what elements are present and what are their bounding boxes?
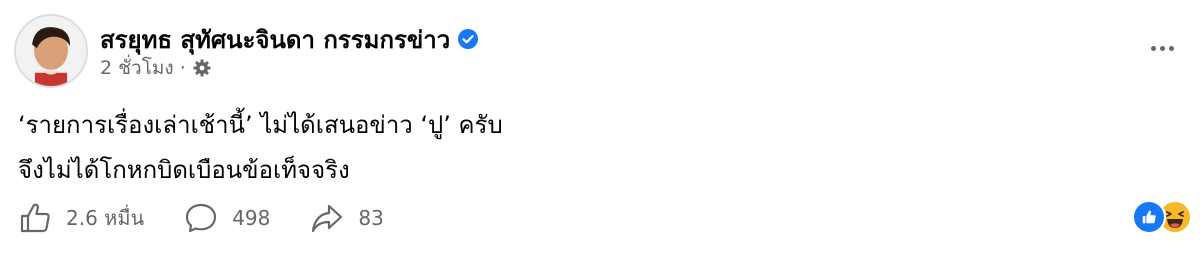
more-dot bbox=[1168, 45, 1174, 51]
more-dot bbox=[1150, 45, 1156, 51]
author-avatar[interactable] bbox=[14, 14, 88, 88]
like-icon bbox=[20, 203, 50, 233]
post-text-line-1: ‘รายการเรื่องเล่าเช้านี้’ ไม่ได้เสนอข่าว… bbox=[18, 111, 503, 139]
like-button[interactable]: 2.6 หมื่น bbox=[18, 201, 144, 235]
more-options-icon[interactable] bbox=[1144, 36, 1180, 60]
reaction-summary[interactable] bbox=[1132, 199, 1192, 235]
verified-badge-icon bbox=[458, 29, 479, 49]
post-timestamp[interactable]: 2 ชั่วโมง bbox=[100, 53, 174, 83]
action-bar: 2.6 หมื่น 498 83 bbox=[18, 200, 424, 236]
like-count: 2.6 หมื่น bbox=[66, 206, 145, 230]
post-text-line-2: จึงไม่ได้โกหกบิดเบือนข้อเท็จจริง bbox=[18, 156, 350, 184]
more-dot bbox=[1159, 45, 1165, 51]
share-icon bbox=[312, 204, 343, 233]
share-button[interactable]: 83 bbox=[310, 201, 384, 235]
meta-separator: · bbox=[179, 57, 186, 79]
like-reaction-icon bbox=[1132, 200, 1166, 234]
comment-icon bbox=[186, 203, 217, 233]
share-count: 83 bbox=[358, 206, 384, 230]
author-row: สรยุทธ สุทัศนะจินดา กรรมกรข่าว bbox=[100, 22, 479, 56]
avatar-image bbox=[16, 16, 86, 86]
comment-count: 498 bbox=[232, 206, 271, 230]
comment-button[interactable]: 498 bbox=[184, 201, 270, 235]
post-meta: 2 ชั่วโมง · bbox=[100, 54, 212, 82]
gear-icon[interactable] bbox=[192, 58, 212, 78]
